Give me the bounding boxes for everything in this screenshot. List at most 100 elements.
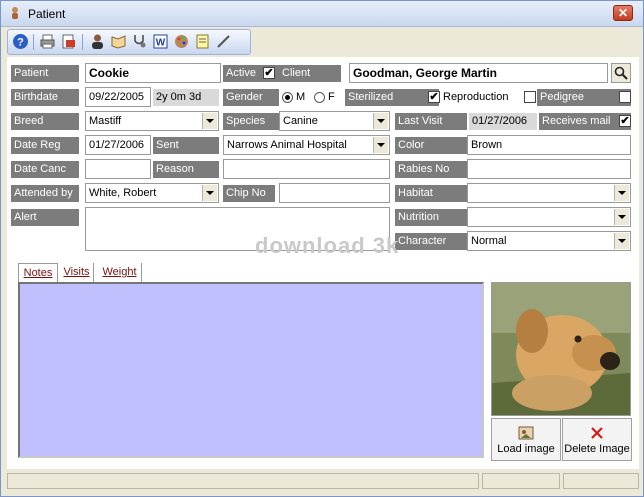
status-panel-right bbox=[563, 473, 639, 489]
character-select[interactable]: Normal bbox=[467, 231, 631, 251]
date-canc-label: Date Canc bbox=[11, 161, 79, 178]
color-field[interactable]: Brown bbox=[467, 135, 631, 155]
chevron-down-icon[interactable] bbox=[614, 185, 629, 201]
sent-select[interactable]: Narrows Animal Hospital bbox=[223, 135, 390, 155]
help-icon[interactable]: ? bbox=[12, 33, 29, 50]
app-icon bbox=[12, 7, 18, 19]
toolbar-separator bbox=[82, 34, 83, 50]
attended-by-value: White, Robert bbox=[89, 187, 157, 199]
patient-window: Patient ✕ ? W Patient Cookie Active ✔ Cl… bbox=[0, 0, 644, 497]
toolbar: ? W bbox=[7, 29, 251, 55]
active-checkbox[interactable]: ✔ bbox=[263, 67, 275, 79]
rabies-no-field[interactable] bbox=[467, 159, 631, 179]
status-bar bbox=[7, 473, 639, 489]
attended-by-label: Attended by bbox=[11, 185, 79, 202]
reproduction-label: Reproduction bbox=[443, 91, 509, 103]
person-icon[interactable] bbox=[89, 33, 106, 50]
chevron-down-icon[interactable] bbox=[614, 233, 629, 249]
character-value: Normal bbox=[471, 235, 507, 247]
title-bar: Patient ✕ bbox=[1, 1, 643, 27]
search-icon bbox=[614, 66, 628, 80]
species-value: Canine bbox=[283, 115, 318, 127]
gender-m-label: M bbox=[296, 91, 306, 103]
load-image-label: Load image bbox=[497, 443, 555, 455]
patient-photo bbox=[491, 282, 631, 416]
gender-f-radio[interactable] bbox=[314, 92, 325, 103]
chevron-down-icon[interactable] bbox=[373, 137, 388, 153]
word-icon[interactable]: W bbox=[152, 33, 169, 50]
svg-text:?: ? bbox=[17, 37, 24, 49]
close-button[interactable]: ✕ bbox=[613, 5, 633, 21]
tab-visits[interactable]: Visits bbox=[60, 263, 94, 283]
client-search-button[interactable] bbox=[611, 63, 631, 83]
date-canc-field[interactable] bbox=[85, 159, 151, 179]
patient-form: Patient Cookie Active ✔ Client Goodman, … bbox=[7, 57, 639, 469]
client-label: Client bbox=[279, 65, 341, 82]
delete-image-label: Delete Image bbox=[564, 443, 630, 455]
color-label: Color bbox=[395, 137, 467, 154]
birthdate-field[interactable]: 09/22/2005 bbox=[85, 87, 151, 107]
chevron-down-icon[interactable] bbox=[614, 209, 629, 225]
status-panel-main bbox=[7, 473, 479, 489]
gender-f-label: F bbox=[328, 91, 335, 103]
rabies-no-label: Rabies No bbox=[395, 161, 467, 178]
report-icon[interactable] bbox=[60, 33, 77, 50]
gender-m-radio[interactable] bbox=[282, 92, 293, 103]
last-visit-value: 01/27/2006 bbox=[469, 113, 537, 130]
reason-field[interactable] bbox=[223, 159, 390, 179]
age-value: 2y 0m 3d bbox=[153, 89, 219, 106]
species-label: Species bbox=[223, 113, 279, 130]
breed-label: Breed bbox=[11, 113, 79, 130]
pedigree-label: Pedigree bbox=[537, 89, 631, 106]
chevron-down-icon[interactable] bbox=[373, 113, 388, 129]
species-select[interactable]: Canine bbox=[279, 111, 390, 131]
reason-label: Reason bbox=[153, 161, 219, 178]
toolbar-separator bbox=[33, 34, 34, 50]
delete-image-button[interactable]: Delete Image bbox=[562, 418, 632, 461]
print-icon[interactable] bbox=[39, 33, 56, 50]
client-field[interactable]: Goodman, George Martin bbox=[349, 63, 608, 83]
sterilized-label: Sterilized bbox=[345, 89, 439, 106]
birthdate-label: Birthdate bbox=[11, 89, 79, 106]
book-icon[interactable] bbox=[110, 33, 127, 50]
stethoscope-icon[interactable] bbox=[131, 33, 148, 50]
load-image-button[interactable]: Load image bbox=[491, 418, 561, 461]
dog-photo-image bbox=[492, 283, 630, 415]
note-icon[interactable] bbox=[194, 33, 211, 50]
breed-value: Mastiff bbox=[89, 115, 122, 127]
pen-icon[interactable] bbox=[215, 33, 232, 50]
load-image-icon bbox=[518, 426, 534, 440]
habitat-label: Habitat bbox=[395, 185, 467, 202]
character-label: Character bbox=[395, 233, 467, 250]
svg-text:W: W bbox=[156, 38, 166, 49]
palette-icon[interactable] bbox=[173, 33, 190, 50]
pedigree-checkbox[interactable] bbox=[619, 91, 631, 103]
reproduction-checkbox[interactable] bbox=[524, 91, 536, 103]
date-reg-field[interactable]: 01/27/2006 bbox=[85, 135, 151, 155]
watermark: download 3k bbox=[255, 233, 400, 258]
receives-mail-checkbox[interactable]: ✔ bbox=[619, 115, 631, 127]
alert-label: Alert bbox=[11, 209, 79, 226]
chip-no-field[interactable] bbox=[279, 183, 390, 203]
delete-icon bbox=[591, 427, 603, 439]
last-visit-label: Last Visit bbox=[395, 113, 467, 130]
attended-by-select[interactable]: White, Robert bbox=[85, 183, 219, 203]
nutrition-label: Nutrition bbox=[395, 209, 467, 226]
date-reg-label: Date Reg bbox=[11, 137, 79, 154]
patient-name-field[interactable]: Cookie bbox=[85, 63, 221, 83]
chip-no-label: Chip No bbox=[223, 185, 275, 202]
sent-value: Narrows Animal Hospital bbox=[227, 139, 347, 151]
chevron-down-icon[interactable] bbox=[202, 113, 217, 129]
notes-textarea[interactable] bbox=[18, 282, 484, 458]
sent-label: Sent bbox=[153, 137, 219, 154]
breed-select[interactable]: Mastiff bbox=[85, 111, 219, 131]
patient-label: Patient bbox=[11, 65, 79, 82]
sterilized-checkbox[interactable]: ✔ bbox=[428, 91, 440, 103]
tab-weight[interactable]: Weight bbox=[98, 263, 142, 283]
gender-label: Gender bbox=[223, 89, 279, 106]
nutrition-select[interactable] bbox=[467, 207, 631, 227]
tab-notes[interactable]: Notes bbox=[18, 263, 58, 283]
habitat-select[interactable] bbox=[467, 183, 631, 203]
receives-mail-label: Receives mail bbox=[539, 113, 631, 130]
chevron-down-icon[interactable] bbox=[202, 185, 217, 201]
